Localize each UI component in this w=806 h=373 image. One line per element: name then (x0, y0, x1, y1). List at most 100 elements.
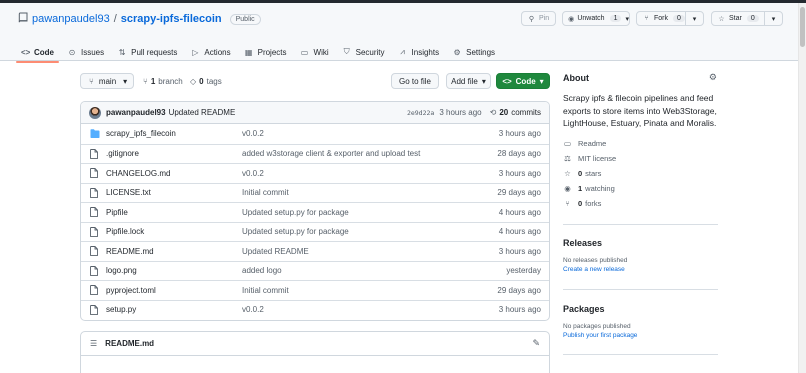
code-button[interactable]: <> Code ▾ (496, 73, 550, 89)
file-commit-message[interactable]: Initial commit (242, 286, 497, 295)
tab-insights[interactable]: ⩘ Insights (392, 42, 447, 62)
repo-name-link[interactable]: scrapy-ipfs-filecoin (121, 13, 222, 25)
table-row[interactable]: logo.png added logo yesterday (81, 260, 549, 281)
tab-security[interactable]: ⛉ Security (336, 42, 392, 62)
table-row[interactable]: scrapy_ipfs_filecoin v0.0.2 3 hours ago (81, 124, 549, 144)
tab-code[interactable]: <> Code (14, 42, 61, 63)
table-row[interactable]: Pipfile.lock Updated setup.py for package… (81, 221, 549, 242)
pencil-icon[interactable]: ✎ (532, 338, 540, 349)
file-commit-message[interactable]: Updated setup.py for package (242, 227, 499, 236)
commit-sha[interactable]: 2e9d22a (407, 109, 434, 117)
file-name-link[interactable]: CHANGELOG.md (106, 169, 242, 178)
tags-link[interactable]: ◇ 0 tags (190, 77, 222, 86)
file-commit-message[interactable]: added logo (242, 266, 506, 275)
table-row[interactable]: CHANGELOG.md v0.0.2 3 hours ago (81, 163, 549, 183)
branch-select[interactable]: ⑂ main ▾ (80, 73, 134, 89)
page-scrollbar[interactable] (798, 3, 806, 373)
forks-link[interactable]: ⑂ 0 forks (563, 199, 723, 208)
table-row[interactable]: pyproject.toml Initial commit 29 days ago (81, 280, 549, 300)
file-name-link[interactable]: LICENSE.txt (106, 188, 242, 197)
table-row[interactable]: README.md Updated README 3 hours ago (81, 241, 549, 261)
stars-link[interactable]: ☆ 0 stars (563, 169, 723, 178)
tab-actions[interactable]: ▷ Actions (184, 42, 237, 62)
tab-settings[interactable]: ⚙ Settings (446, 42, 502, 62)
file-commit-message[interactable]: Updated README (242, 247, 499, 256)
fork-icon: ⑂ (565, 199, 570, 208)
chevron-down-icon: ▾ (123, 76, 128, 86)
file-commit-message[interactable]: added w3storage client & exporter and up… (242, 149, 497, 158)
file-name-link[interactable]: scrapy_ipfs_filecoin (106, 129, 242, 138)
fork-count: 0 (673, 15, 685, 22)
code-icon: <> (502, 76, 512, 86)
watching-label: watching (585, 184, 615, 193)
book-icon: ▭ (300, 47, 309, 57)
file-name-link[interactable]: Pipfile.lock (106, 227, 242, 236)
graph-icon: ⩘ (400, 47, 405, 56)
fork-dropdown[interactable]: ▾ (685, 12, 703, 25)
tab-issues[interactable]: ⊙ Issues (61, 42, 111, 62)
divider (563, 354, 718, 355)
file-name-link[interactable]: setup.py (106, 305, 242, 314)
file-name-link[interactable]: Pipfile (106, 208, 242, 217)
folder-icon (90, 129, 100, 139)
commit-message[interactable]: Updated README (169, 108, 236, 117)
star-dropdown[interactable]: ▾ (764, 12, 782, 25)
table-row[interactable]: LICENSE.txt Initial commit 29 days ago (81, 182, 549, 203)
license-link[interactable]: ⚖ MIT license (563, 154, 723, 163)
releases-title[interactable]: Releases (563, 238, 627, 248)
file-commit-age: 29 days ago (497, 188, 541, 198)
create-release-link[interactable]: Create a new release (563, 266, 627, 273)
play-icon: ▷ (192, 47, 199, 57)
tab-pull-requests[interactable]: ⇅ Pull requests (111, 42, 184, 62)
add-file-button[interactable]: Add file ▾ (446, 73, 491, 89)
gear-icon[interactable]: ⚙ (709, 72, 717, 83)
commit-author[interactable]: pawanpaudel93 (106, 108, 166, 117)
branch-icon: ⑂ (143, 77, 148, 86)
file-name-link[interactable]: .gitignore (106, 149, 242, 158)
file-name-link[interactable]: logo.png (106, 266, 242, 275)
table-row[interactable]: .gitignore added w3storage client & expor… (81, 143, 549, 164)
file-icon (90, 148, 100, 159)
file-name-link[interactable]: pyproject.toml (106, 286, 242, 295)
unwatch-button[interactable]: ◉ Unwatch 1 ▾ (562, 11, 630, 26)
file-commit-message[interactable]: v0.0.2 (242, 305, 499, 314)
file-name-link[interactable]: README.md (106, 247, 242, 256)
file-commit-message[interactable]: v0.0.2 (242, 129, 499, 138)
repo-owner-link[interactable]: pawanpaudel93 (32, 13, 110, 25)
divider (563, 289, 718, 290)
branches-link[interactable]: ⑂ 1 branch (143, 77, 183, 86)
tab-projects[interactable]: ▦ Projects (238, 42, 294, 62)
readme-link[interactable]: ▭ Readme (563, 139, 723, 148)
commit-time[interactable]: 3 hours ago (439, 108, 481, 117)
shield-icon: ⛉ (343, 47, 350, 56)
tab-label: Insights (411, 47, 440, 57)
file-commit-message[interactable]: v0.0.2 (242, 169, 499, 178)
scrollbar-thumb[interactable] (800, 7, 805, 47)
packages-title[interactable]: Packages (563, 304, 637, 314)
file-commit-message[interactable]: Updated setup.py for package (242, 208, 499, 217)
fork-label: Fork (654, 15, 668, 22)
avatar[interactable] (89, 106, 101, 119)
fork-button[interactable]: ⑂ Fork 0 ▾ (636, 11, 704, 26)
publish-package-link[interactable]: Publish your first package (563, 332, 637, 339)
star-button[interactable]: ☆ Star 0 ▾ (711, 11, 783, 26)
tab-wiki[interactable]: ▭ Wiki (294, 42, 336, 62)
chevron-down-icon: ▾ (481, 76, 486, 86)
readme-title[interactable]: README.md (105, 339, 154, 348)
list-icon[interactable]: ☰ (90, 339, 97, 348)
visibility-badge: Public (229, 13, 261, 25)
file-commit-age: yesterday (506, 266, 541, 276)
star-label: Star (729, 15, 742, 22)
file-commit-message[interactable]: Initial commit (242, 188, 497, 197)
law-icon: ⚖ (564, 154, 571, 163)
pin-button[interactable]: ⚲ Pin (521, 11, 556, 26)
tab-label: Pull requests (131, 47, 178, 57)
watching-link[interactable]: ◉ 1 watching (563, 184, 723, 193)
tab-label: Code (34, 47, 54, 57)
divider (563, 224, 718, 225)
tab-label: Settings (466, 47, 496, 57)
table-row[interactable]: Pipfile Updated setup.py for package 4 hou… (81, 202, 549, 222)
table-row[interactable]: setup.py v0.0.2 3 hours ago (81, 299, 549, 320)
commits-link[interactable]: ⟲ 20 commits (490, 108, 541, 117)
go-to-file-button[interactable]: Go to file (391, 73, 439, 89)
